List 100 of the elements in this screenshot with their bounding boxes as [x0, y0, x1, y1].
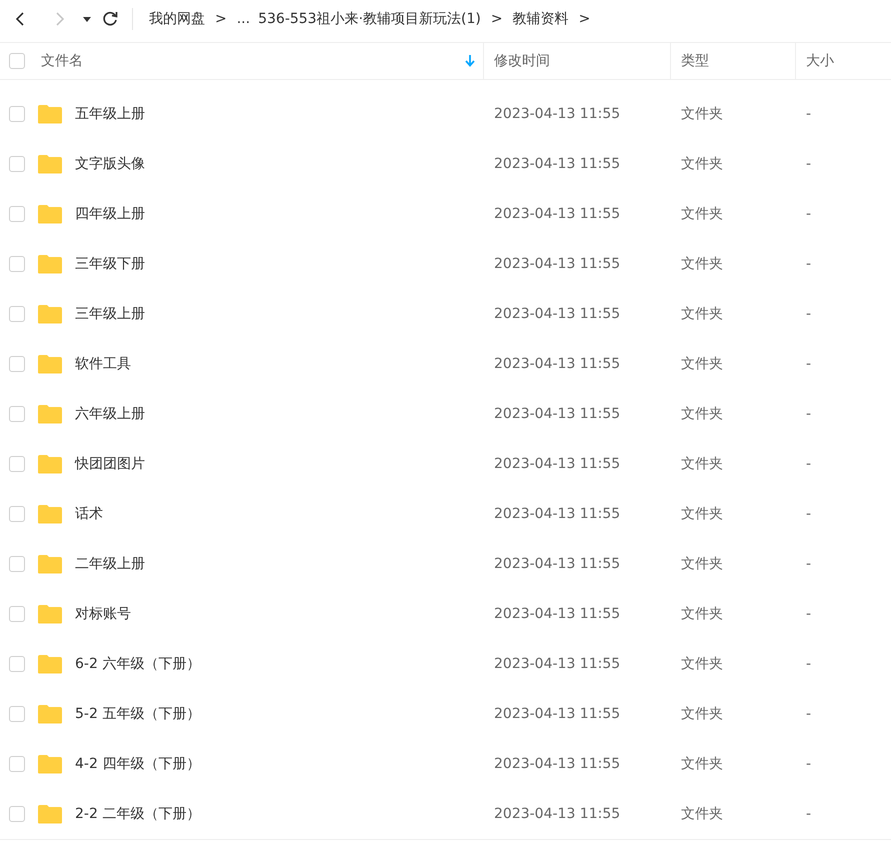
sort-arrow-icon[interactable] — [465, 55, 475, 67]
file-size: - — [806, 354, 812, 374]
folder-name[interactable]: 三年级下册 — [75, 254, 145, 274]
folder-name[interactable]: 五年级上册 — [75, 104, 145, 124]
select-all-checkbox[interactable] — [9, 53, 25, 69]
file-type: 文件夹 — [681, 704, 723, 724]
folder-icon — [37, 654, 63, 674]
modified-date: 2023-04-13 11:55 — [494, 104, 620, 124]
folder-icon — [37, 354, 63, 374]
row-checkbox[interactable] — [9, 406, 25, 422]
folder-icon — [37, 604, 63, 624]
column-header[interactable]: 修改时间 — [494, 50, 550, 72]
column-header[interactable]: 类型 — [681, 50, 709, 72]
file-type: 文件夹 — [681, 254, 723, 274]
row-checkbox[interactable] — [9, 556, 25, 572]
folder-icon — [37, 504, 63, 524]
file-size: - — [806, 304, 812, 324]
modified-date: 2023-04-13 11:55 — [494, 554, 620, 574]
file-type: 文件夹 — [681, 604, 723, 624]
folder-name[interactable]: 软件工具 — [75, 354, 131, 374]
folder-icon — [37, 104, 63, 124]
file-size: - — [806, 554, 812, 574]
folder-name[interactable]: 三年级上册 — [75, 304, 145, 324]
file-size: - — [806, 454, 812, 474]
folder-name[interactable]: 快团团图片 — [75, 454, 145, 474]
row-checkbox[interactable] — [9, 256, 25, 272]
file-type: 文件夹 — [681, 554, 723, 574]
file-size: - — [806, 604, 812, 624]
row-checkbox[interactable] — [9, 106, 25, 122]
folder-name[interactable]: 5-2 五年级（下册） — [75, 704, 200, 724]
modified-date: 2023-04-13 11:55 — [494, 504, 620, 524]
refresh-icon — [101, 10, 119, 28]
folder-icon — [37, 154, 63, 174]
folder-icon — [37, 754, 63, 774]
breadcrumb-link[interactable]: 教辅资料 — [508, 8, 573, 30]
row-checkbox[interactable] — [9, 606, 25, 622]
row-checkbox[interactable] — [9, 506, 25, 522]
modified-date: 2023-04-13 11:55 — [494, 204, 620, 224]
breadcrumb-link[interactable]: 我的网盘 — [145, 8, 209, 30]
row-checkbox[interactable] — [9, 756, 25, 772]
folder-icon — [37, 454, 63, 474]
modified-date: 2023-04-13 11:55 — [494, 604, 620, 624]
modified-date: 2023-04-13 11:55 — [494, 754, 620, 774]
modified-date: 2023-04-13 11:55 — [494, 354, 620, 374]
file-size: - — [806, 404, 812, 424]
column-header[interactable]: 大小 — [806, 50, 834, 72]
folder-name[interactable]: 六年级上册 — [75, 404, 145, 424]
row-checkbox[interactable] — [9, 706, 25, 722]
modified-date: 2023-04-13 11:55 — [494, 454, 620, 474]
modified-date: 2023-04-13 11:55 — [494, 304, 620, 324]
breadcrumb-separator: > — [214, 10, 228, 28]
row-checkbox[interactable] — [9, 456, 25, 472]
file-type: 文件夹 — [681, 454, 723, 474]
folder-name[interactable]: 4-2 四年级（下册） — [75, 754, 200, 774]
file-type: 文件夹 — [681, 654, 723, 674]
modified-date: 2023-04-13 11:55 — [494, 254, 620, 274]
folder-icon — [37, 204, 63, 224]
file-type: 文件夹 — [681, 404, 723, 424]
file-type: 文件夹 — [681, 754, 723, 774]
file-size: - — [806, 504, 812, 524]
breadcrumb-separator: > — [578, 10, 592, 28]
folder-icon — [37, 254, 63, 274]
file-size: - — [806, 154, 812, 174]
folder-name[interactable]: 文字版头像 — [75, 154, 145, 174]
folder-icon — [37, 304, 63, 324]
row-checkbox[interactable] — [9, 356, 25, 372]
folder-icon — [37, 804, 63, 824]
file-size: - — [806, 654, 812, 674]
folder-name[interactable]: 2-2 二年级（下册） — [75, 804, 200, 824]
modified-date: 2023-04-13 11:55 — [494, 704, 620, 724]
row-checkbox[interactable] — [9, 206, 25, 222]
row-checkbox[interactable] — [9, 656, 25, 672]
breadcrumb-separator: > — [490, 10, 504, 28]
row-checkbox[interactable] — [9, 806, 25, 822]
folder-icon — [37, 404, 63, 424]
folder-icon — [37, 554, 63, 574]
row-checkbox[interactable] — [9, 306, 25, 322]
breadcrumb-link[interactable]: 536-553祖小来·教辅项目新玩法(1) — [254, 8, 485, 30]
file-size: - — [806, 704, 812, 724]
folder-name[interactable]: 6-2 六年级（下册） — [75, 654, 200, 674]
folder-name[interactable]: 四年级上册 — [75, 204, 145, 224]
file-type: 文件夹 — [681, 154, 723, 174]
modified-date: 2023-04-13 11:55 — [494, 804, 620, 824]
file-type: 文件夹 — [681, 804, 723, 824]
folder-icon — [37, 704, 63, 724]
breadcrumb-link[interactable]: ... — [232, 8, 254, 30]
folder-name[interactable]: 话术 — [75, 504, 103, 524]
folder-name[interactable]: 对标账号 — [75, 604, 131, 624]
modified-date: 2023-04-13 11:55 — [494, 404, 620, 424]
file-size: - — [806, 804, 812, 824]
row-checkbox[interactable] — [9, 156, 25, 172]
folder-name[interactable]: 二年级上册 — [75, 554, 145, 574]
file-size: - — [806, 254, 812, 274]
file-type: 文件夹 — [681, 504, 723, 524]
file-size: - — [806, 104, 812, 124]
file-size: - — [806, 754, 812, 774]
file-type: 文件夹 — [681, 104, 723, 124]
column-header[interactable]: 文件名 — [41, 50, 83, 72]
modified-date: 2023-04-13 11:55 — [494, 654, 620, 674]
file-type: 文件夹 — [681, 354, 723, 374]
